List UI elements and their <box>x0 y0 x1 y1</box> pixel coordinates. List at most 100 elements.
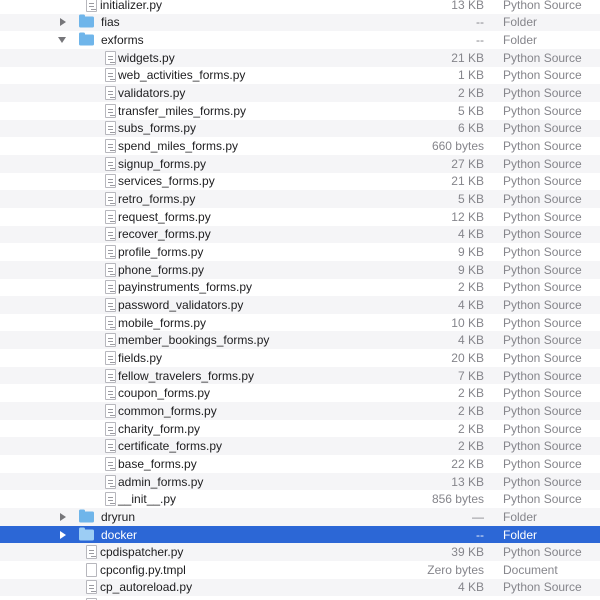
file-row[interactable]: cpdispatcher.py 39 KB Python Source <box>0 543 600 561</box>
file-name: charity_form.py <box>118 422 200 436</box>
file-kind: Python Source <box>503 439 582 453</box>
python-file-icon <box>105 245 116 259</box>
folder-icon <box>79 35 94 46</box>
file-name: cpconfig.py.tmpl <box>100 563 186 577</box>
python-file-icon <box>105 492 116 506</box>
file-row[interactable]: __init__.py 856 bytes Python Source <box>0 490 600 508</box>
file-row[interactable]: admin_forms.py 13 KB Python Source <box>0 473 600 491</box>
document-icon <box>86 563 97 577</box>
file-row[interactable]: fields.py 20 KB Python Source <box>0 349 600 367</box>
disclosure-triangle-icon[interactable] <box>60 18 66 26</box>
python-file-icon <box>105 404 116 418</box>
python-file-icon <box>105 369 116 383</box>
file-size: 21 KB <box>340 174 484 188</box>
file-row[interactable]: transfer_miles_forms.py 5 KB Python Sour… <box>0 102 600 120</box>
file-kind: Python Source <box>503 422 582 436</box>
file-row[interactable]: retro_forms.py 5 KB Python Source <box>0 190 600 208</box>
file-name: retro_forms.py <box>118 192 195 206</box>
file-kind: Python Source <box>503 210 582 224</box>
python-file-icon <box>105 139 116 153</box>
file-name: web_activities_forms.py <box>118 68 245 82</box>
file-row[interactable]: services_forms.py 21 KB Python Source <box>0 173 600 191</box>
file-row[interactable]: web_activities_forms.py 1 KB Python Sour… <box>0 67 600 85</box>
file-kind: Python Source <box>503 51 582 65</box>
python-file-icon <box>105 174 116 188</box>
file-name: fias <box>101 15 120 29</box>
python-file-icon <box>105 51 116 65</box>
file-row[interactable]: signup_forms.py 27 KB Python Source <box>0 155 600 173</box>
file-row[interactable]: base_forms.py 22 KB Python Source <box>0 455 600 473</box>
python-file-icon <box>105 210 116 224</box>
file-row[interactable]: phone_forms.py 9 KB Python Source <box>0 261 600 279</box>
file-size: 9 KB <box>340 245 484 259</box>
file-kind: Python Source <box>503 121 582 135</box>
file-row[interactable]: recover_forms.py 4 KB Python Source <box>0 226 600 244</box>
python-file-icon <box>105 439 116 453</box>
file-kind: Folder <box>503 528 537 542</box>
file-row[interactable]: coupon_forms.py 2 KB Python Source <box>0 384 600 402</box>
folder-row[interactable]: dryrun — Folder <box>0 508 600 526</box>
file-name: profile_forms.py <box>118 245 203 259</box>
python-file-icon <box>105 192 116 206</box>
file-row[interactable]: fellow_travelers_forms.py 7 KB Python So… <box>0 367 600 385</box>
file-name: dryrun <box>101 510 135 524</box>
file-size: 2 KB <box>340 86 484 100</box>
folder-row[interactable]: docker -- Folder <box>0 526 600 544</box>
file-row[interactable]: payinstruments_forms.py 2 KB Python Sour… <box>0 279 600 297</box>
file-row[interactable]: charity_form.py 2 KB Python Source <box>0 420 600 438</box>
python-file-icon <box>105 104 116 118</box>
python-file-icon <box>86 580 97 594</box>
disclosure-triangle-icon[interactable] <box>60 531 66 539</box>
file-row[interactable]: profile_forms.py 9 KB Python Source <box>0 243 600 261</box>
file-row[interactable]: certificate_forms.py 2 KB Python Source <box>0 437 600 455</box>
file-kind: Python Source <box>503 157 582 171</box>
file-kind: Python Source <box>503 139 582 153</box>
file-size: -- <box>340 528 484 542</box>
file-size: 7 KB <box>340 369 484 383</box>
disclosure-triangle-icon[interactable] <box>60 513 66 521</box>
file-name: fellow_travelers_forms.py <box>118 369 254 383</box>
file-row[interactable]: mobile_forms.py 10 KB Python Source <box>0 314 600 332</box>
file-name: mobile_forms.py <box>118 316 206 330</box>
file-kind: Python Source <box>503 369 582 383</box>
file-row[interactable]: spend_miles_forms.py 660 bytes Python So… <box>0 137 600 155</box>
file-size: Zero bytes <box>340 563 484 577</box>
file-size: 2 KB <box>340 404 484 418</box>
file-kind: Python Source <box>503 104 582 118</box>
python-file-icon <box>105 475 116 489</box>
file-kind: Folder <box>503 15 537 29</box>
file-kind: Python Source <box>503 457 582 471</box>
file-name: cp_autoreload.py <box>100 580 192 594</box>
folder-row[interactable]: fias -- Folder <box>0 14 600 32</box>
file-size: 27 KB <box>340 157 484 171</box>
file-row[interactable]: password_validators.py 4 KB Python Sourc… <box>0 296 600 314</box>
file-name: admin_forms.py <box>118 475 203 489</box>
python-file-icon <box>86 0 97 12</box>
file-row[interactable]: subs_forms.py 6 KB Python Source <box>0 120 600 138</box>
file-row[interactable]: initializer.py 13 KB Python Source <box>0 0 600 14</box>
file-kind: Python Source <box>503 245 582 259</box>
finder-file-list: initializer.py 13 KB Python Source fias … <box>0 0 600 600</box>
file-size: 20 KB <box>340 351 484 365</box>
file-row[interactable]: common_forms.py 2 KB Python Source <box>0 402 600 420</box>
folder-row[interactable]: exforms -- Folder <box>0 31 600 49</box>
file-name: initializer.py <box>100 0 162 12</box>
file-row[interactable] <box>0 596 600 600</box>
file-kind: Python Source <box>503 475 582 489</box>
folder-icon <box>79 529 94 540</box>
file-row[interactable]: member_bookings_forms.py 4 KB Python Sou… <box>0 331 600 349</box>
file-row[interactable]: request_forms.py 12 KB Python Source <box>0 208 600 226</box>
disclosure-triangle-icon[interactable] <box>58 37 66 43</box>
file-size: 1 KB <box>340 68 484 82</box>
file-row[interactable]: cpconfig.py.tmpl Zero bytes Document <box>0 561 600 579</box>
file-name: services_forms.py <box>118 174 215 188</box>
file-row[interactable]: widgets.py 21 KB Python Source <box>0 49 600 67</box>
file-kind: Python Source <box>503 0 582 12</box>
file-name: exforms <box>101 33 144 47</box>
file-row[interactable]: validators.py 2 KB Python Source <box>0 84 600 102</box>
file-name: __init__.py <box>118 492 176 506</box>
file-name: subs_forms.py <box>118 121 196 135</box>
file-size: 660 bytes <box>340 139 484 153</box>
file-row[interactable]: cp_autoreload.py 4 KB Python Source <box>0 579 600 597</box>
file-name: fields.py <box>118 351 162 365</box>
